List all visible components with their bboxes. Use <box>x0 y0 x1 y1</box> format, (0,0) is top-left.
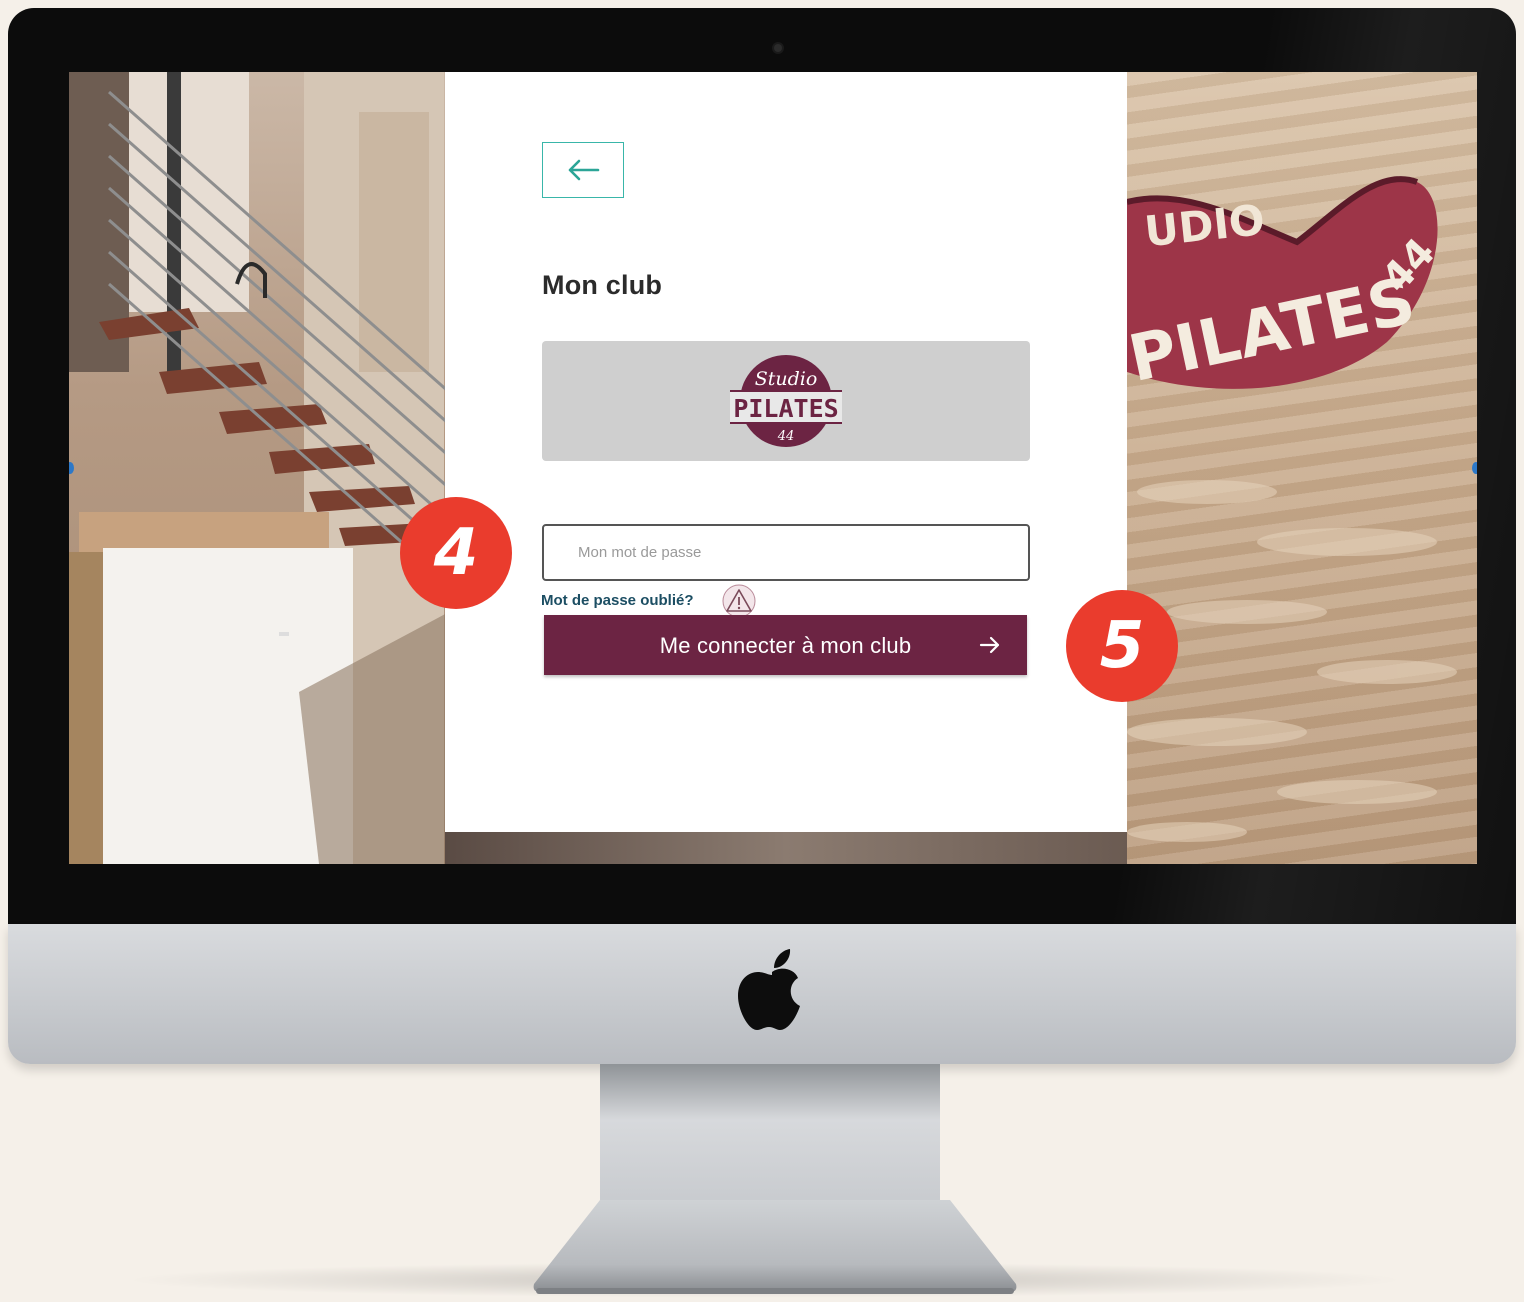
login-card: Mon club Studio PILATES 44 Mot de passe … <box>445 72 1127 832</box>
arrow-left-icon <box>568 159 600 181</box>
connect-button[interactable]: Me connecter à mon club <box>544 615 1027 675</box>
staircase-illustration <box>69 72 449 864</box>
imac-mockup: UDIO PILATES 44 Mon club Studio PILATES … <box>0 0 1524 1302</box>
screen: UDIO PILATES 44 Mon club Studio PILATES … <box>69 72 1477 864</box>
club-logo-line1: Studio <box>755 368 818 390</box>
step-badge-5: 5 <box>1066 590 1178 702</box>
password-input[interactable] <box>542 524 1030 581</box>
forgot-password-link[interactable]: Mot de passe oublié? <box>541 592 694 609</box>
club-logo-line3: 44 <box>777 429 795 444</box>
page-title: Mon club <box>542 270 663 300</box>
warning-triangle-icon <box>722 584 756 618</box>
imac-neck <box>600 1064 940 1204</box>
connect-button-label: Me connecter à mon club <box>659 633 912 658</box>
right-edge-indicator <box>1472 462 1477 474</box>
step-badge-4: 4 <box>400 497 512 609</box>
back-button[interactable] <box>542 142 624 198</box>
wall-sign-illustration: UDIO PILATES 44 <box>1127 176 1457 842</box>
camera-dot <box>774 44 782 52</box>
background-photo-sign: UDIO PILATES 44 <box>1127 72 1477 864</box>
arrow-right-icon <box>979 636 1000 654</box>
club-logo-panel: Studio PILATES 44 <box>542 341 1030 461</box>
apple-logo-icon <box>738 949 800 1030</box>
club-logo-line2: PILATES <box>733 394 838 423</box>
club-logo: Studio PILATES 44 <box>730 355 842 447</box>
background-photo-staircase <box>69 72 449 864</box>
background-photo-strip <box>445 832 1127 864</box>
imac-foot <box>533 1200 1017 1294</box>
